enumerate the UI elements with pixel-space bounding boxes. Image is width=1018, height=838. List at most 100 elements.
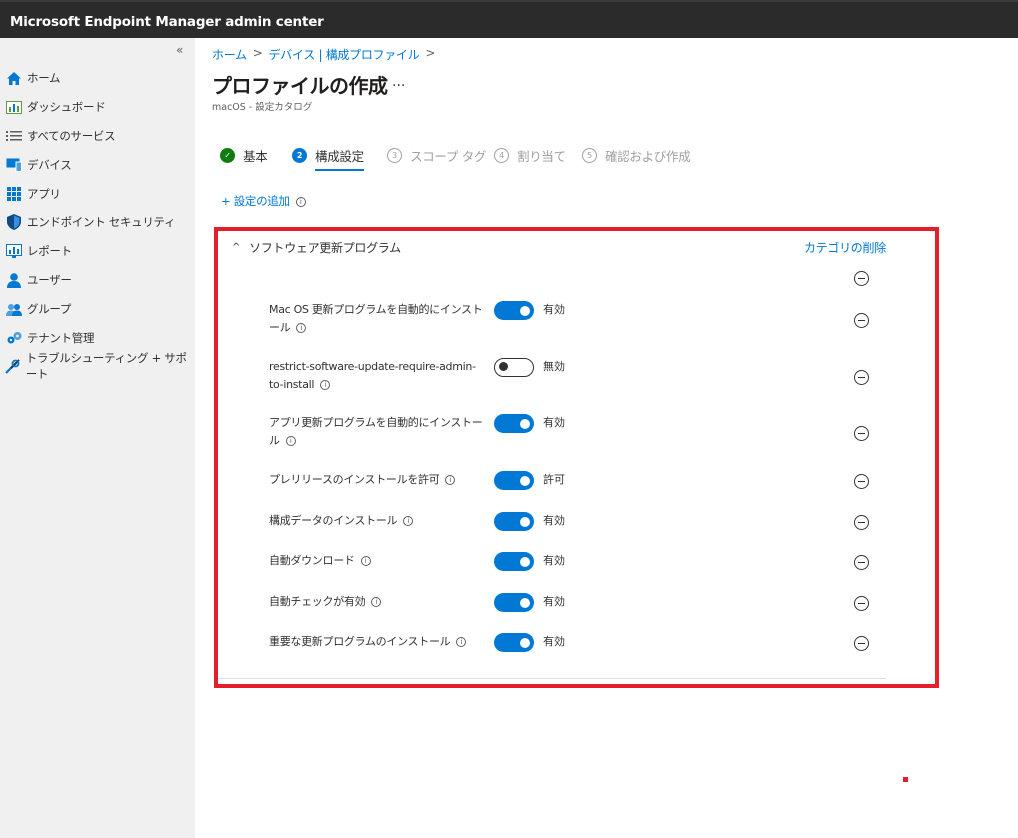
info-icon[interactable]: i [403,516,414,526]
breadcrumb-separator: > [252,46,263,60]
page-title: プロファイルの作成 [212,74,388,98]
setting-label: restrict-software-update-require-admin-t… [269,358,484,394]
setting-state: 有効 [543,554,565,567]
info-icon[interactable]: i [360,556,371,566]
setting-label-text: 自動ダウンロード [269,554,355,567]
page-subtitle: macOS - 設定カタログ [212,102,313,113]
sidebar-item-devices[interactable]: デバイス [0,152,195,178]
remove-setting-icon[interactable] [854,426,869,441]
tenant-gear-icon [5,330,22,346]
setting-label-text: アプリ更新プログラムを自動的にインストール [269,416,483,447]
app-title: Microsoft Endpoint Manager admin center [10,14,324,30]
remove-setting-icon[interactable] [854,515,869,530]
setting-label-text: プレリリースのインストールを許可 [269,473,440,486]
delete-category-link[interactable]: カテゴリの削除 [804,239,886,256]
step-label: 基本 [243,149,268,164]
setting-toggle[interactable] [494,552,534,571]
sidebar: « ホーム ダッシュボード すべてのサービス デバイス アプリ エンドポイント … [0,38,195,838]
setting-toggle[interactable] [494,471,534,490]
step-label: 割り当て [517,149,566,164]
remove-setting-icon[interactable] [854,313,869,328]
breadcrumb: ホーム > デバイス | 構成プロファイル > [212,46,435,63]
sidebar-item-reports[interactable]: レポート [0,238,195,264]
setting-state: 有効 [543,635,565,648]
sidebar-item-label: ユーザー [27,273,72,287]
sidebar-item-groups[interactable]: グループ [0,296,195,322]
info-icon[interactable]: i [296,323,307,333]
add-setting-link[interactable]: + 設定の追加 i [221,193,306,209]
chevron-up-icon: ^ [232,242,241,253]
info-icon[interactable]: i [456,637,467,647]
remove-setting-icon[interactable] [854,636,869,651]
setting-toggle[interactable] [494,358,534,377]
remove-setting-icon[interactable] [854,555,869,570]
breadcrumb-devices-link[interactable]: デバイス | 構成プロファイル [269,46,420,63]
info-icon[interactable]: i [295,196,306,207]
step-configuration-settings[interactable]: 2 構成設定 [292,146,364,171]
report-icon [5,243,22,259]
setting-label: Mac OS 更新プログラムを自動的にインストール i [269,301,484,337]
remove-category-icon[interactable] [854,271,869,286]
add-setting-label: + 設定の追加 [221,194,290,208]
wrench-icon [5,358,21,374]
step-number: 4 [494,148,509,163]
sidebar-item-label: アプリ [27,187,61,201]
setting-state: 有効 [543,514,565,527]
breadcrumb-home-link[interactable]: ホーム [212,46,247,63]
remove-setting-icon[interactable] [854,474,869,489]
sidebar-item-label: デバイス [27,158,72,172]
step-label: 構成設定 [315,146,364,171]
info-icon[interactable]: i [371,597,382,607]
dashboard-icon [5,99,22,115]
setting-toggle[interactable] [494,301,534,320]
checkmark-icon: ✓ [220,148,235,163]
step-number: 2 [292,148,307,163]
sidebar-item-home[interactable]: ホーム [0,65,195,91]
info-icon[interactable]: i [320,380,331,390]
setting-label-text: restrict-software-update-require-admin-t… [269,360,476,391]
sidebar-item-troubleshooting[interactable]: トラブルシューティング + サポート [0,351,195,381]
setting-label: プレリリースのインストールを許可 i [269,471,484,489]
info-icon[interactable]: i [285,436,296,446]
sidebar-item-label: テナント管理 [27,331,95,345]
setting-toggle[interactable] [494,593,534,612]
step-review-create[interactable]: 5 確認および作成 [582,146,691,165]
app-title-bar: Microsoft Endpoint Manager admin center [0,0,1018,38]
apps-grid-icon [5,186,22,202]
setting-state: 許可 [543,473,565,486]
home-icon [5,70,22,86]
more-options-button[interactable]: ... [392,74,405,90]
remove-setting-icon[interactable] [854,596,869,611]
collapse-sidebar-button[interactable]: « [176,43,183,57]
setting-label-text: 重要な更新プログラムのインストール [269,635,451,648]
shield-icon [5,214,22,230]
setting-state: 有効 [543,303,565,316]
setting-state: 有効 [543,595,565,608]
category-toggle[interactable]: ^ ソフトウェア更新プログラム [232,239,401,256]
setting-toggle[interactable] [494,512,534,531]
section-divider [218,678,886,679]
step-scope-tags[interactable]: 3 スコープ タグ [387,146,486,165]
annotation-marker [903,777,908,782]
info-icon[interactable]: i [445,475,456,485]
setting-toggle[interactable] [494,633,534,652]
sidebar-item-all-services[interactable]: すべてのサービス [0,123,195,149]
category-name: ソフトウェア更新プログラム [249,241,401,255]
sidebar-item-users[interactable]: ユーザー [0,267,195,293]
setting-label: 自動ダウンロード i [269,552,484,570]
breadcrumb-separator: > [425,46,436,60]
sidebar-item-dashboard[interactable]: ダッシュボード [0,94,195,120]
sidebar-item-endpoint-security[interactable]: エンドポイント セキュリティ [0,209,195,235]
sidebar-item-tenant-admin[interactable]: テナント管理 [0,325,195,351]
setting-toggle[interactable] [494,414,534,433]
remove-setting-icon[interactable] [854,370,869,385]
setting-state: 無効 [543,360,565,373]
step-assignments[interactable]: 4 割り当て [494,146,566,165]
step-basics[interactable]: ✓ 基本 [220,146,268,165]
sidebar-item-apps[interactable]: アプリ [0,181,195,207]
main-content: ホーム > デバイス | 構成プロファイル > プロファイルの作成 ... ma… [195,38,1018,838]
setting-label: 重要な更新プログラムのインストール i [269,633,484,651]
step-number: 5 [582,148,597,163]
group-icon [5,301,22,317]
sidebar-item-label: トラブルシューティング + サポート [25,351,187,381]
